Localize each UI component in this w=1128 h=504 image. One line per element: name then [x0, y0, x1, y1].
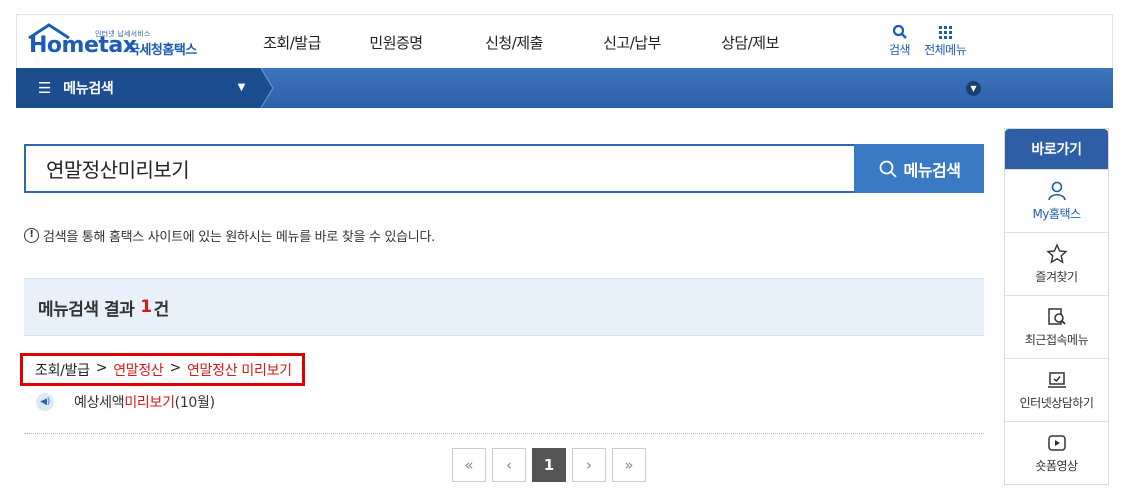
sub-item-link[interactable]: 미리보기	[124, 392, 175, 412]
result-suffix: 건	[153, 299, 170, 320]
next-page-button[interactable]: ›	[572, 448, 606, 482]
quick-links-title: 바로가기	[1005, 129, 1108, 169]
sub-item-suffix: (10월)	[174, 395, 215, 411]
search-icon	[892, 24, 907, 39]
search-input[interactable]	[24, 144, 856, 193]
quick-item-recent-menu[interactable]: 최근접속메뉴	[1005, 295, 1108, 358]
logo-wordmark: Hometax	[29, 33, 137, 58]
prev-page-button[interactable]: ‹	[492, 448, 526, 482]
chevron-down-icon[interactable]: ▼	[966, 81, 981, 96]
quick-links-panel: 바로가기 My홈택스 즐겨찾기 최근접속메뉴 인터넷상담하기 숏폼영상	[1004, 128, 1109, 485]
gnb-item-consult[interactable]: 상담/제보	[691, 15, 809, 69]
all-menu-label: 전체메뉴	[924, 43, 967, 57]
util-menu: 검색 전체메뉴	[889, 23, 967, 58]
search-notice-text: 검색을 통해 홈택스 사이트에 있는 원하시는 메뉴를 바로 찾을 수 있습니다…	[43, 230, 435, 245]
result-sub-item: ◀) 예상세액 미리보기 (10월)	[36, 392, 215, 412]
hometax-logo[interactable]: 인터넷 납세서비스 Hometax 국세청홈택스	[25, 21, 225, 65]
speaker-icon: ◀)	[36, 393, 54, 411]
gnb-item-inquiry[interactable]: 조회/발급	[247, 15, 337, 69]
quick-item-favorites[interactable]: 즐겨찾기	[1005, 232, 1108, 295]
first-page-button[interactable]: «	[452, 448, 486, 482]
gnb-item-certificate[interactable]: 민원증명	[337, 15, 455, 69]
breadcrumb-level3[interactable]: 연말정산 미리보기	[187, 360, 292, 380]
result-count: 1	[140, 297, 152, 317]
divider	[24, 433, 984, 434]
breadcrumb-level1[interactable]: 조회/발급	[35, 360, 90, 380]
document-search-icon	[1047, 308, 1066, 325]
menu-search-button[interactable]: 메뉴검색	[854, 144, 984, 193]
grid-menu-icon	[939, 26, 953, 39]
pagination: « ‹ 1 › »	[452, 448, 646, 482]
menu-search-form: 메뉴검색	[24, 144, 984, 193]
bar-arrow-divider	[260, 68, 274, 108]
breadcrumb-separator: >	[95, 360, 108, 376]
hamburger-icon: ☰	[38, 79, 52, 97]
global-nav: 조회/발급 민원증명 신청/제출 신고/납부 상담/제보	[247, 15, 809, 69]
quick-item-label: 인터넷상담하기	[1019, 396, 1094, 410]
breadcrumb-separator: >	[169, 360, 182, 376]
play-icon	[1047, 435, 1066, 451]
gnb-item-application[interactable]: 신청/제출	[455, 15, 573, 69]
menu-search-button-label: 메뉴검색	[903, 162, 961, 180]
all-menu-button[interactable]: 전체메뉴	[924, 23, 967, 58]
menu-search-label: 메뉴검색	[63, 81, 114, 97]
sub-item-prefix: 예상세액	[74, 395, 125, 411]
page-number-1[interactable]: 1	[532, 448, 566, 482]
quick-item-label: 최근접속메뉴	[1024, 333, 1089, 347]
logo-korean: 국세청홈택스	[128, 43, 197, 58]
sub-nav-bar: ☰ 메뉴검색 ▼ ▼	[16, 68, 1113, 108]
result-prefix: 메뉴검색 결과	[38, 299, 135, 320]
header-search-label: 검색	[889, 43, 911, 57]
quick-item-label: 숏폼영상	[1035, 459, 1078, 473]
gnb-item-report-payment[interactable]: 신고/납부	[573, 15, 691, 69]
breadcrumb-level2[interactable]: 연말정산	[113, 360, 164, 380]
last-page-button[interactable]: »	[612, 448, 646, 482]
header-search-button[interactable]: 검색	[889, 23, 911, 58]
quick-item-shortform-video[interactable]: 숏폼영상	[1005, 421, 1108, 484]
quick-item-label: My홈택스	[1032, 207, 1081, 221]
result-breadcrumb: 조회/발급 > 연말정산 > 연말정산 미리보기	[20, 353, 305, 386]
caret-down-icon: ▼	[237, 82, 246, 93]
quick-item-my-hometax[interactable]: My홈택스	[1005, 169, 1108, 232]
laptop-check-icon	[1047, 372, 1066, 388]
quick-item-online-consult[interactable]: 인터넷상담하기	[1005, 358, 1108, 421]
menu-search-dropdown[interactable]: ☰ 메뉴검색 ▼	[16, 68, 261, 108]
search-icon	[879, 160, 897, 178]
quick-item-label: 즐겨찾기	[1035, 270, 1078, 284]
star-icon	[1045, 243, 1068, 264]
site-header: 인터넷 납세서비스 Hometax 국세청홈택스 조회/발급 민원증명 신청/제…	[16, 14, 1113, 68]
user-icon	[1047, 181, 1066, 201]
search-notice: ! 검색을 통해 홈택스 사이트에 있는 원하시는 메뉴를 바로 찾을 수 있습…	[24, 226, 435, 245]
exclamation-icon: !	[24, 228, 39, 243]
result-header: 메뉴검색 결과 1 건	[24, 278, 984, 336]
